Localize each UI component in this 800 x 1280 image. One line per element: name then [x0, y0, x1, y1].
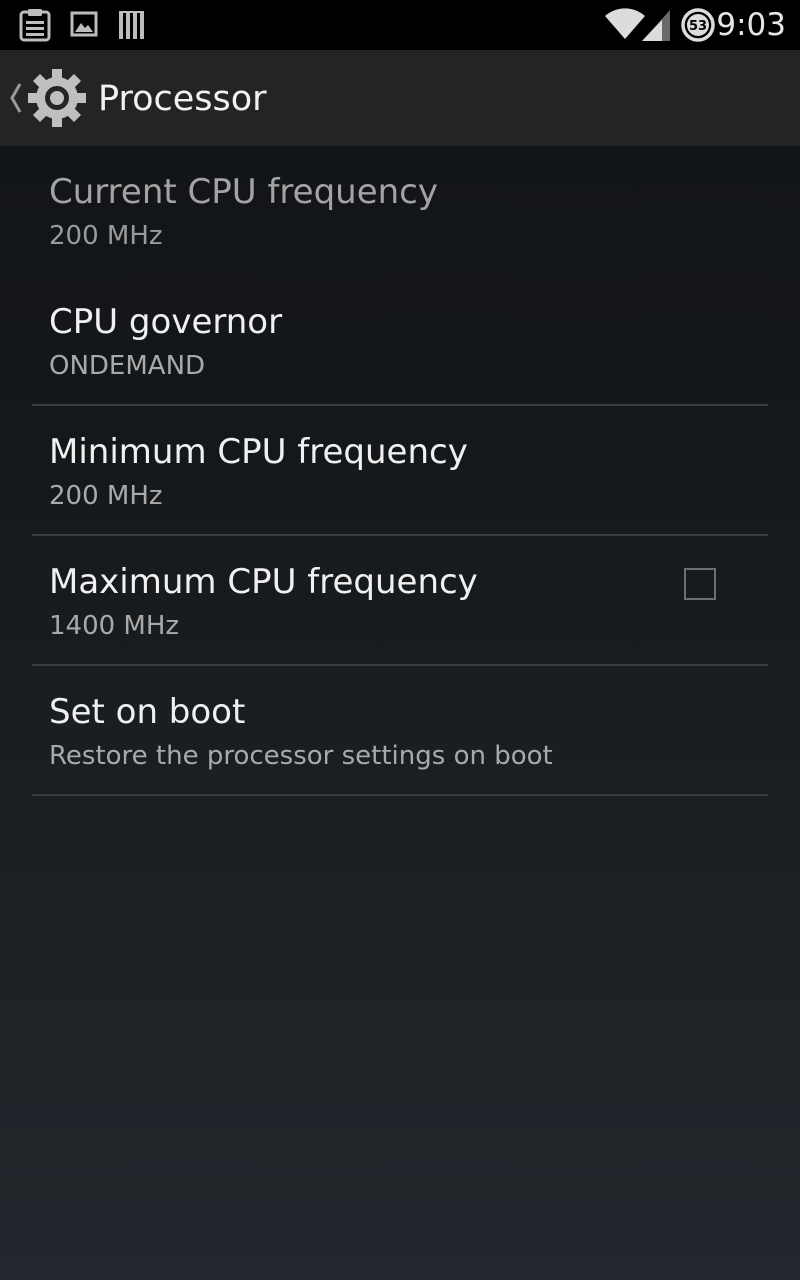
settings-gear-icon[interactable] — [26, 67, 88, 134]
battery-icon: 53 — [680, 7, 716, 48]
pref-summary: 200 MHz — [49, 481, 163, 511]
page-title: Processor — [98, 79, 267, 119]
pref-title: Minimum CPU frequency — [49, 432, 468, 472]
pref-summary: ONDEMAND — [49, 351, 206, 381]
divider — [32, 794, 768, 796]
battery-level: 53 — [689, 19, 707, 34]
clipboard-icon — [18, 8, 52, 47]
pref-current-cpu-frequency: Current CPU frequency 200 MHz — [0, 146, 800, 276]
set-on-boot-checkbox[interactable] — [684, 568, 716, 600]
status-bar: 53 9:03 — [0, 0, 800, 50]
back-caret-icon[interactable] — [6, 80, 24, 121]
action-bar: Processor — [0, 50, 800, 146]
screen: 53 9:03 Processor Current CPU frequency … — [0, 0, 800, 1280]
cell-signal-icon — [640, 8, 672, 47]
pref-title: CPU governor — [49, 302, 283, 342]
pref-minimum-cpu-frequency[interactable]: Minimum CPU frequency 200 MHz — [0, 406, 800, 536]
pref-summary: 1400 MHz — [49, 611, 180, 641]
barcode-icon — [118, 10, 146, 45]
pref-maximum-cpu-frequency[interactable]: Maximum CPU frequency 1400 MHz — [0, 536, 800, 666]
pref-title: Set on boot — [49, 692, 246, 732]
pref-title: Current CPU frequency — [49, 172, 438, 212]
clock: 9:03 — [716, 7, 786, 43]
preference-list: Current CPU frequency 200 MHz CPU govern… — [0, 146, 800, 796]
pref-cpu-governor[interactable]: CPU governor ONDEMAND — [0, 276, 800, 406]
image-icon — [70, 10, 98, 43]
pref-summary: Restore the processor settings on boot — [49, 741, 553, 771]
pref-set-on-boot[interactable]: Set on boot Restore the processor settin… — [0, 666, 800, 796]
pref-summary: 200 MHz — [49, 221, 163, 251]
pref-title: Maximum CPU frequency — [49, 562, 478, 602]
